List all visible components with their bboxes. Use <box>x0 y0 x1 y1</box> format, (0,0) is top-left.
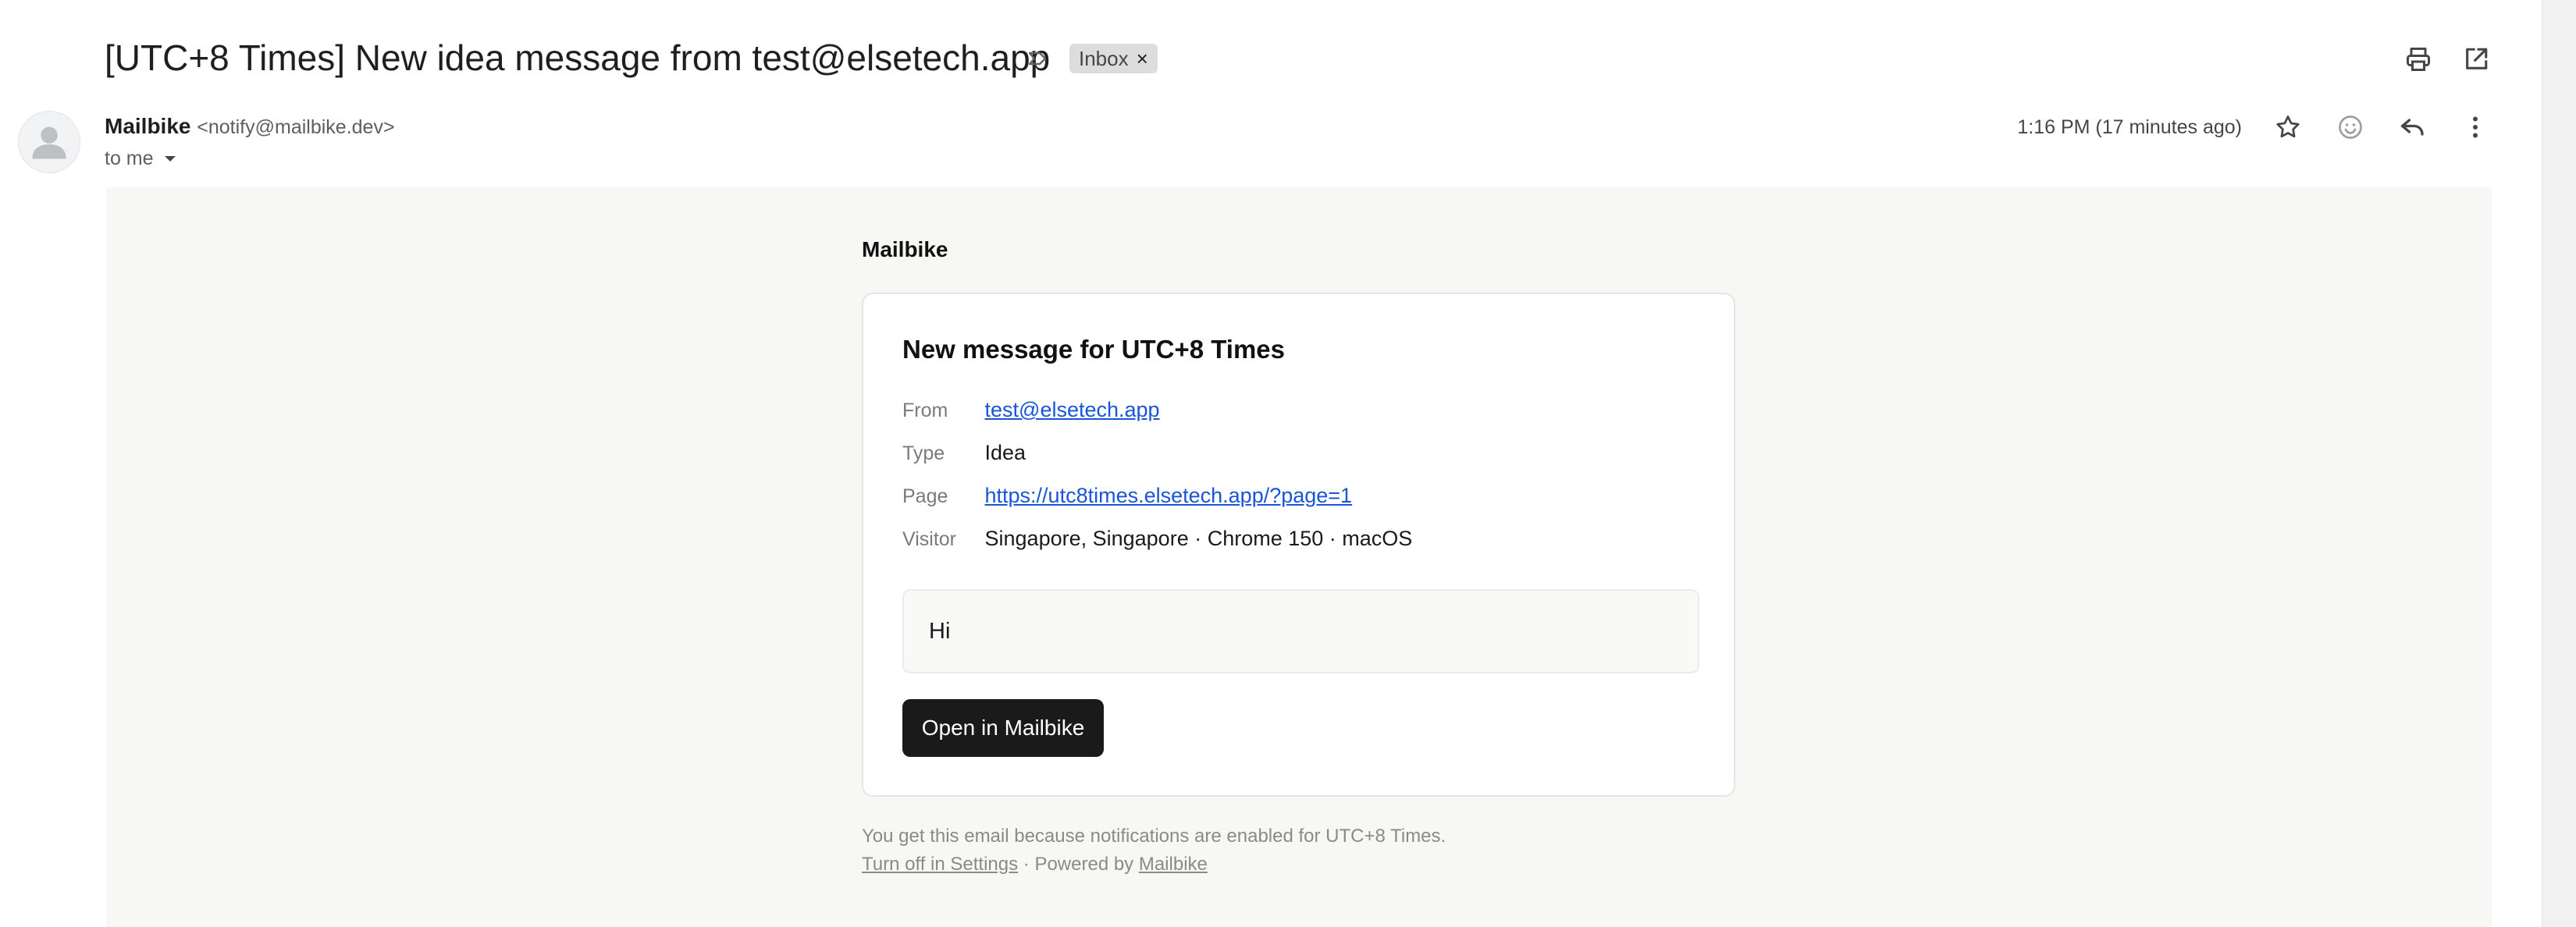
reply-icon[interactable] <box>2393 107 2433 147</box>
field-row-visitor: Visitor Singapore, Singapore · Chrome 15… <box>902 524 1412 553</box>
message-timestamp: 1:16 PM (17 minutes ago) <box>2017 116 2242 138</box>
from-email-link[interactable]: test@elsetech.app <box>985 398 1160 421</box>
settings-link[interactable]: Turn off in Settings <box>862 854 1018 875</box>
scrollbar[interactable] <box>2542 0 2576 927</box>
remove-label-icon[interactable]: × <box>1137 44 1148 73</box>
email-view: [UTC+8 Times] New idea message from test… <box>0 0 2576 927</box>
footer-separator: · Powered by <box>1018 854 1139 875</box>
field-label: Page <box>902 485 948 507</box>
field-value: Singapore, Singapore · Chrome 150 · macO… <box>984 527 1413 550</box>
sender-name[interactable]: Mailbike <box>105 114 190 138</box>
field-row-page: Page https://utc8times.elsetech.app/?pag… <box>902 481 1352 510</box>
label-badge-text: Inbox <box>1079 47 1129 70</box>
sender-line: Mailbike <notify@mailbike.dev> <box>105 112 395 141</box>
notification-card: New message for UTC+8 Times From test@el… <box>862 293 1735 797</box>
sender-email: <notify@mailbike.dev> <box>197 116 395 138</box>
field-label: From <box>902 400 948 421</box>
field-row-type: Type Idea <box>902 439 1026 467</box>
open-in-mailbike-button[interactable]: Open in Mailbike <box>902 699 1104 757</box>
page-url-link[interactable]: https://utc8times.elsetech.app/?page=1 <box>985 484 1353 507</box>
recipient-details[interactable]: to me <box>105 145 179 172</box>
field-label: Visitor <box>902 528 957 550</box>
powered-by-link[interactable]: Mailbike <box>1139 854 1208 875</box>
message-box: Hi <box>902 589 1699 673</box>
field-value: Idea <box>984 441 1026 464</box>
field-label: Type <box>902 442 945 464</box>
field-row-from: From test@elsetech.app <box>902 396 1160 424</box>
emoji-icon[interactable] <box>2330 107 2371 147</box>
print-icon[interactable] <box>2398 39 2439 80</box>
star-icon[interactable] <box>2268 107 2308 147</box>
chevron-down-icon[interactable] <box>162 150 179 167</box>
more-vert-icon[interactable] <box>2455 107 2496 147</box>
card-title: New message for UTC+8 Times <box>902 335 1286 364</box>
email-brand: Mailbike <box>862 237 948 261</box>
email-content: Mailbike New message for UTC+8 Times Fro… <box>106 187 2492 927</box>
open-in-new-window-icon[interactable] <box>2456 39 2496 80</box>
important-marker-icon[interactable] <box>1026 47 1049 70</box>
email-subject: [UTC+8 Times] New idea message from test… <box>105 37 1051 78</box>
footer-notice: You get this email because notifications… <box>862 826 1446 847</box>
recipient-label: to me <box>105 147 154 169</box>
footer-links: Turn off in Settings · Powered by Mailbi… <box>862 852 1208 877</box>
label-badge-inbox: Inbox × <box>1069 44 1158 73</box>
avatar-icon[interactable] <box>18 111 80 173</box>
message-text: Hi <box>929 618 951 644</box>
